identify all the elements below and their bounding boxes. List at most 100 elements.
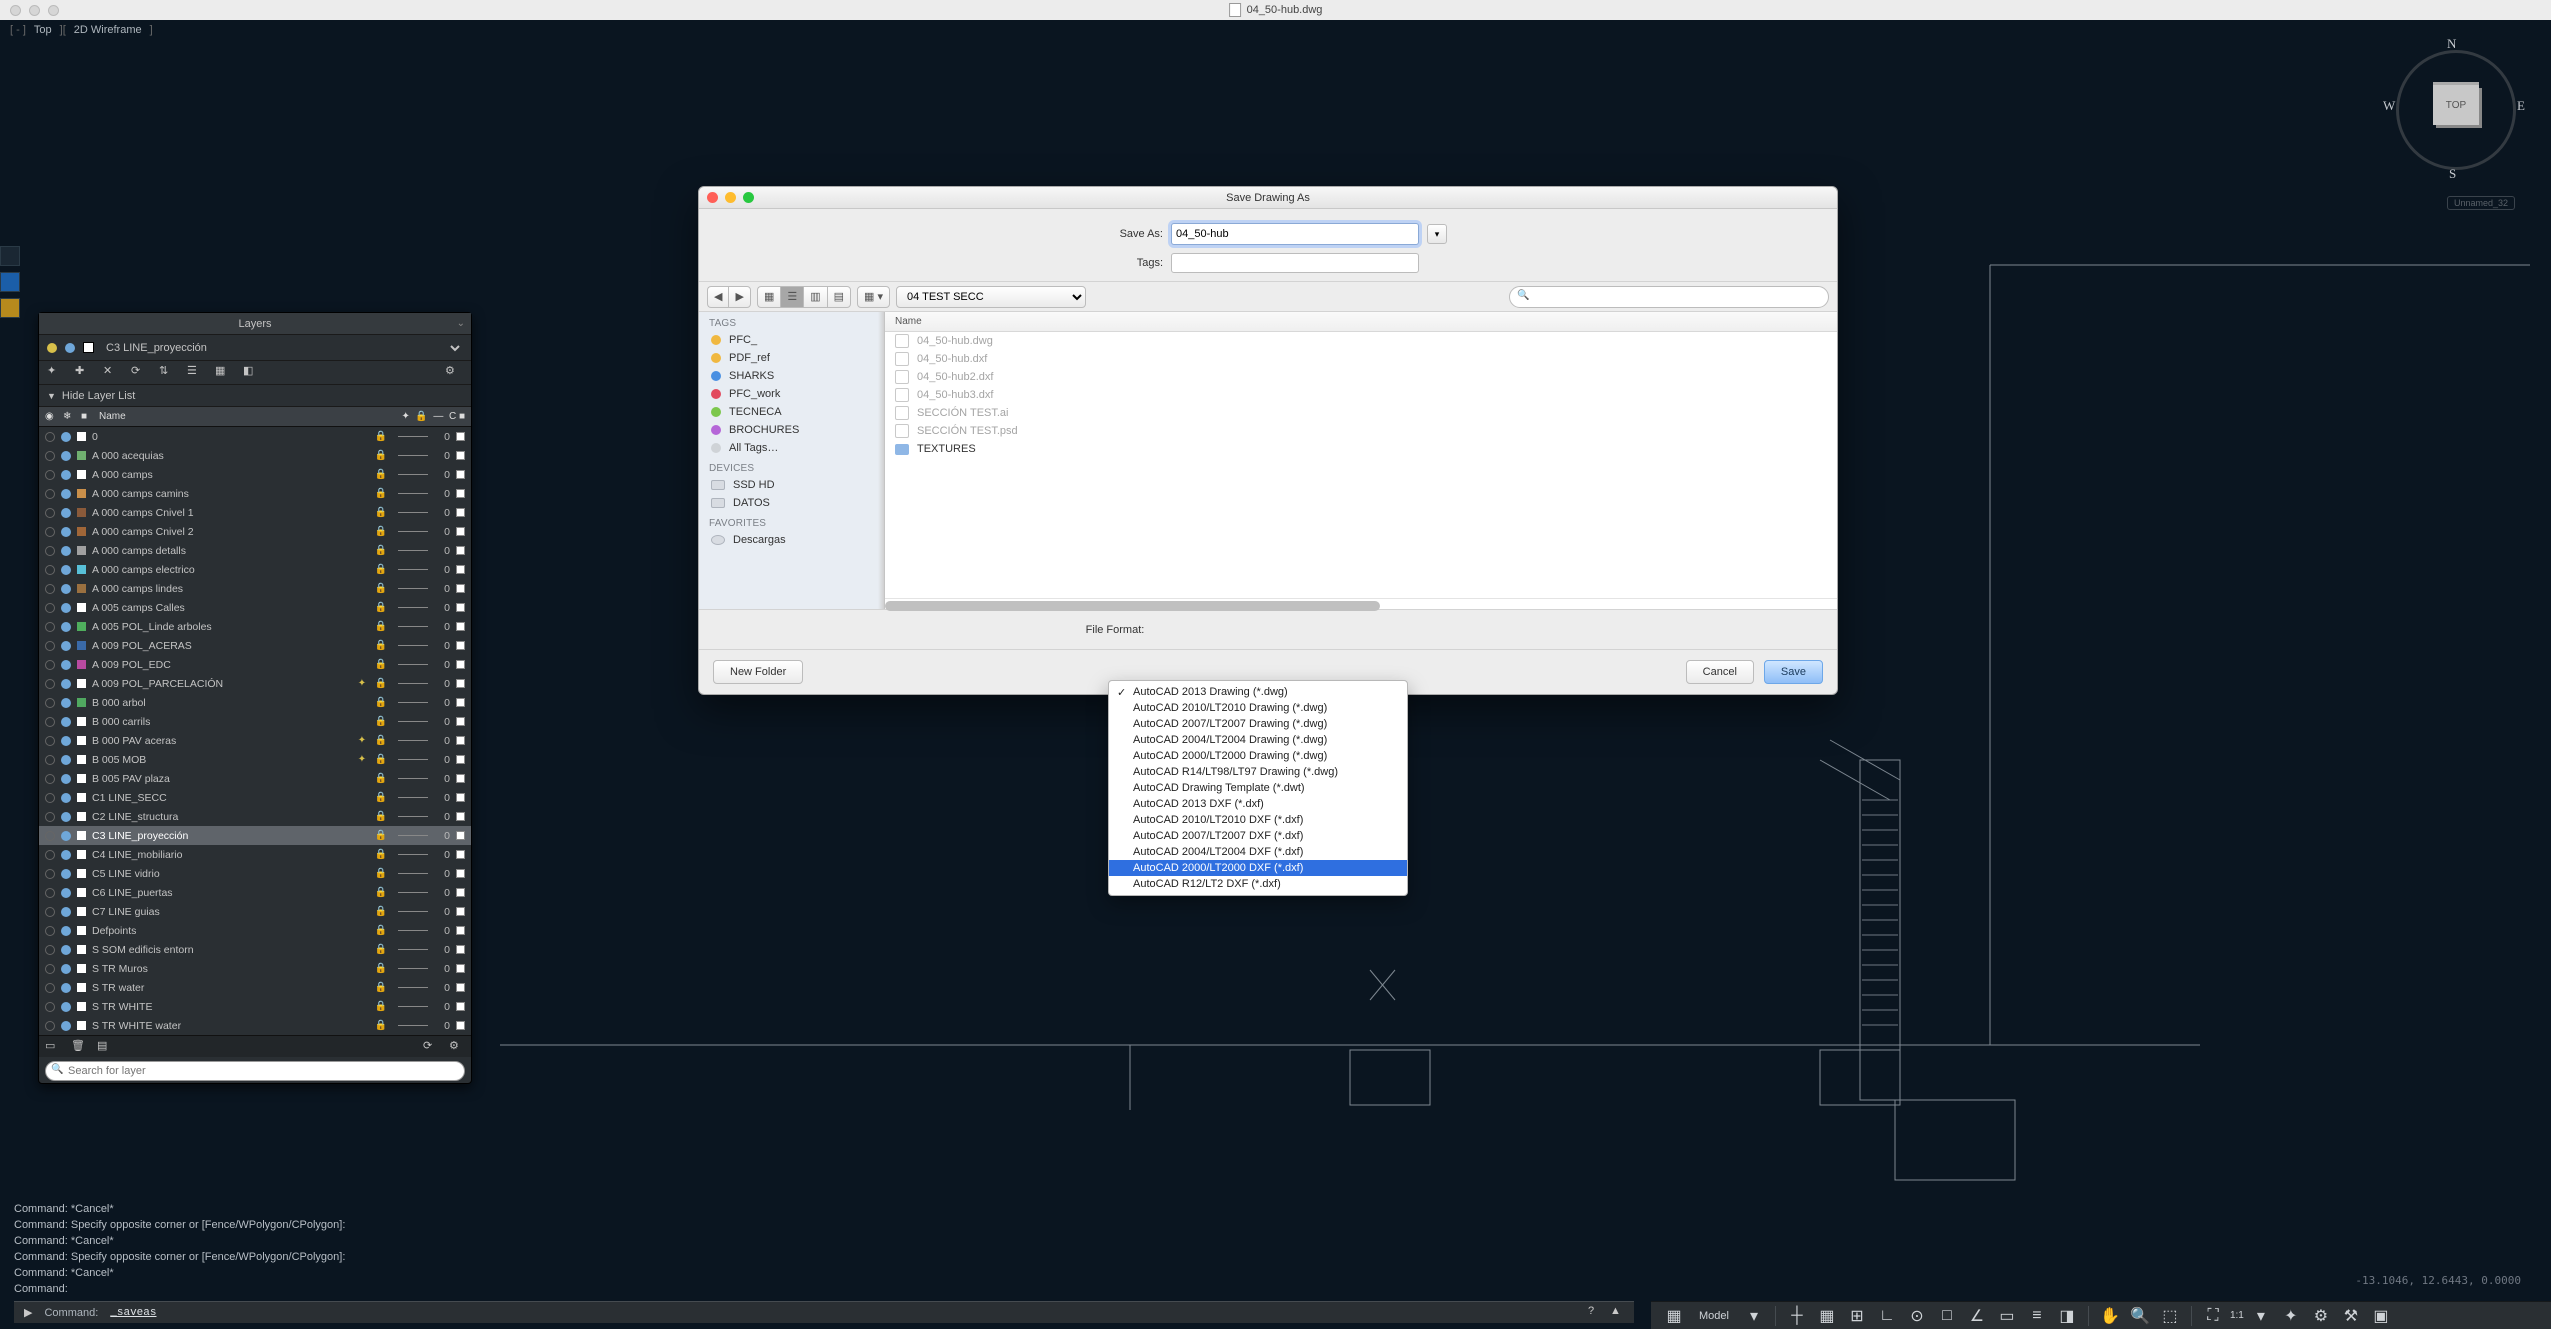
layer-color-swatch[interactable] — [77, 717, 86, 726]
layer-freeze-icon[interactable] — [65, 343, 75, 353]
layer-lock-icon[interactable]: 🔒 — [374, 925, 388, 936]
layer-visibility-icon[interactable] — [45, 660, 55, 670]
sidebar-device-item[interactable]: SSD HD — [699, 476, 884, 494]
layer-linetype-icon[interactable] — [398, 873, 428, 874]
layer-visibility-icon[interactable] — [45, 489, 55, 499]
layer-color-swatch[interactable] — [77, 489, 86, 498]
layer-row[interactable]: A 000 acequias 🔒 0 — [39, 446, 471, 465]
layer-lock-icon[interactable]: 🔒 — [374, 773, 388, 784]
grid-display-icon[interactable]: ▦ — [1814, 1305, 1840, 1327]
layer-linetype-icon[interactable] — [398, 607, 428, 608]
layer-lock-icon[interactable]: 🔒 — [374, 640, 388, 651]
format-option[interactable]: AutoCAD 2000/LT2000 DXF (*.dxf) — [1109, 860, 1407, 876]
layer-color-swatch[interactable] — [77, 584, 86, 593]
view-icons-button[interactable]: ▦ — [757, 286, 780, 308]
layer-row[interactable]: S TR WHITE water 🔒 0 — [39, 1016, 471, 1035]
view-list-button[interactable]: ☰ — [780, 286, 803, 308]
layer-linetype-icon[interactable] — [398, 854, 428, 855]
command-help-icon[interactable]: ? — [1588, 1305, 1604, 1321]
layer-color-swatch[interactable] — [77, 451, 86, 460]
layer-plot-swatch[interactable] — [456, 736, 465, 745]
layer-linetype-icon[interactable] — [398, 816, 428, 817]
annotation-scale-value[interactable]: 1:1 — [2230, 1310, 2244, 1321]
layer-visibility-icon[interactable] — [45, 869, 55, 879]
layer-lock-icon[interactable]: 🔒 — [374, 1020, 388, 1031]
layer-row[interactable]: C2 LINE_structura 🔒 0 — [39, 807, 471, 826]
layer-tool-icon[interactable]: ✚ — [75, 364, 93, 382]
layer-plot-swatch[interactable] — [456, 622, 465, 631]
layer-freeze-icon[interactable] — [61, 565, 71, 575]
layer-row[interactable]: C6 LINE_puertas 🔒 0 — [39, 883, 471, 902]
layer-plot-swatch[interactable] — [456, 755, 465, 764]
layer-linetype-icon[interactable] — [398, 588, 428, 589]
new-folder-button[interactable]: New Folder — [713, 660, 803, 684]
layer-visibility-icon[interactable] — [45, 717, 55, 727]
format-option[interactable]: AutoCAD 2004/LT2004 Drawing (*.dwg) — [1109, 732, 1407, 748]
file-row[interactable]: TEXTURES — [885, 440, 1837, 458]
layer-freeze-icon[interactable] — [61, 793, 71, 803]
delete-layer-icon[interactable]: 🗑 — [71, 1039, 87, 1055]
filename-input[interactable] — [1171, 223, 1419, 245]
annotation-visibility-icon[interactable]: ✦ — [2278, 1305, 2304, 1327]
layer-plot-swatch[interactable] — [456, 964, 465, 973]
layer-color-swatch[interactable] — [77, 603, 86, 612]
layer-row[interactable]: 0 🔒 0 — [39, 427, 471, 446]
file-row[interactable]: SECCIÓN TEST.psd — [885, 422, 1837, 440]
format-option[interactable]: AutoCAD 2007/LT2007 Drawing (*.dwg) — [1109, 716, 1407, 732]
layer-visibility-icon[interactable] — [45, 451, 55, 461]
layer-refresh-icon[interactable]: ⟳ — [423, 1039, 439, 1055]
layer-freeze-icon[interactable] — [61, 755, 71, 765]
command-chevron-icon[interactable]: ▶ — [24, 1306, 32, 1319]
ucs-label[interactable]: Unnamed_32 — [2447, 196, 2515, 210]
layer-lock-icon[interactable]: 🔒 — [374, 868, 388, 879]
layer-color-swatch[interactable] — [77, 546, 86, 555]
layer-star-icon[interactable]: ✦ — [356, 678, 368, 689]
layer-linetype-icon[interactable] — [398, 569, 428, 570]
layer-tool-icon[interactable]: ◧ — [243, 364, 261, 382]
current-layer-row[interactable]: C3 LINE_proyección — [39, 335, 471, 361]
sidebar-tag-item[interactable]: SHARKS — [699, 367, 884, 385]
layer-freeze-icon[interactable] — [61, 508, 71, 518]
layer-plot-swatch[interactable] — [456, 869, 465, 878]
layer-search-input[interactable] — [45, 1061, 465, 1081]
layer-lock-icon[interactable]: 🔒 — [374, 716, 388, 727]
layer-plot-swatch[interactable] — [456, 698, 465, 707]
layer-plot-swatch[interactable] — [456, 527, 465, 536]
layer-plot-swatch[interactable] — [456, 812, 465, 821]
layer-visibility-icon[interactable] — [45, 641, 55, 651]
layer-row[interactable]: A 000 camps detalls 🔒 0 — [39, 541, 471, 560]
layer-color-swatch[interactable] — [77, 869, 86, 878]
layer-visibility-icon[interactable] — [45, 527, 55, 537]
grid-mode-icon[interactable]: ⊞ — [1844, 1305, 1870, 1327]
layer-lock-icon[interactable]: 🔒 — [374, 944, 388, 955]
format-option[interactable]: AutoCAD 2013 Drawing (*.dwg) — [1109, 684, 1407, 700]
layer-plot-swatch[interactable] — [456, 508, 465, 517]
layer-color-swatch[interactable] — [77, 926, 86, 935]
layer-star-icon[interactable]: ✦ — [356, 754, 368, 765]
layer-freeze-icon[interactable] — [61, 546, 71, 556]
layer-lock-icon[interactable]: 🔒 — [374, 735, 388, 746]
layer-plot-swatch[interactable] — [456, 660, 465, 669]
horizontal-scrollbar[interactable] — [885, 598, 1837, 612]
layer-row[interactable]: S TR water 🔒 0 — [39, 978, 471, 997]
compass-w[interactable]: W — [2383, 98, 2395, 114]
layer-visibility-icon[interactable] — [45, 812, 55, 822]
layer-lock-icon[interactable]: 🔒 — [374, 982, 388, 993]
sidebar-tag-item[interactable]: BROCHURES — [699, 421, 884, 439]
layer-color-swatch[interactable] — [77, 812, 86, 821]
layer-row[interactable]: A 009 POL_ACERAS 🔒 0 — [39, 636, 471, 655]
layer-plot-swatch[interactable] — [456, 546, 465, 555]
file-row[interactable]: 04_50-hub.dwg — [885, 332, 1837, 350]
layer-visibility-icon[interactable] — [45, 831, 55, 841]
layer-row[interactable]: C3 LINE_proyección 🔒 0 — [39, 826, 471, 845]
layer-lock-icon[interactable]: 🔒 — [374, 602, 388, 613]
dialog-minimize-icon[interactable] — [725, 192, 736, 203]
layer-plot-swatch[interactable] — [456, 432, 465, 441]
format-option[interactable]: AutoCAD 2010/LT2010 DXF (*.dxf) — [1109, 812, 1407, 828]
layer-plot-swatch[interactable] — [456, 1021, 465, 1030]
layer-color-swatch[interactable] — [77, 622, 86, 631]
command-value[interactable]: _saveas — [110, 1307, 156, 1319]
format-option[interactable]: AutoCAD 2013 DXF (*.dxf) — [1109, 796, 1407, 812]
layer-freeze-icon[interactable] — [61, 432, 71, 442]
layer-color-swatch[interactable] — [77, 755, 86, 764]
